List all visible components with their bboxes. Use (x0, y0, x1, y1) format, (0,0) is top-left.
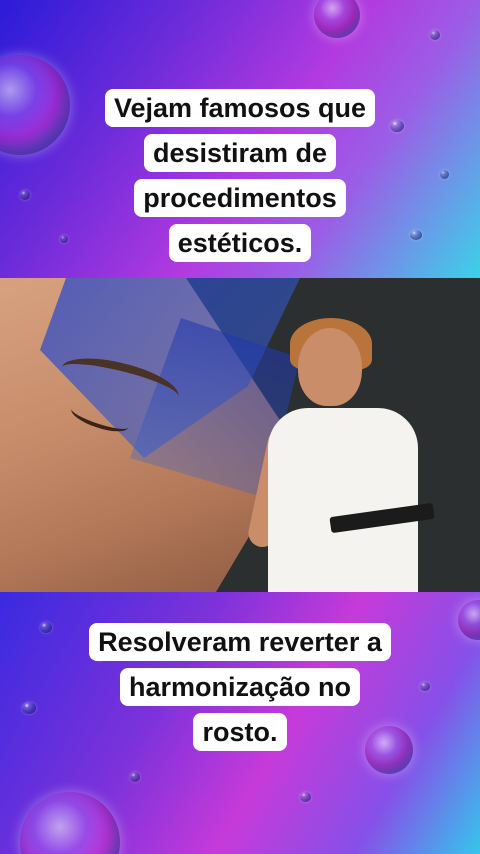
water-droplet (130, 772, 140, 782)
top-caption-line: Vejam famosos que (104, 89, 376, 127)
top-caption-line: estéticos. (168, 224, 312, 262)
top-caption-line: desistiram de (143, 134, 337, 172)
top-caption-line: procedimentos (134, 179, 346, 217)
presenter-dress (268, 408, 418, 592)
video-frame[interactable] (0, 278, 480, 592)
bubble-decoration (314, 0, 360, 38)
bottom-caption-line: Resolveram reverter a (89, 623, 391, 661)
water-droplet (300, 792, 311, 802)
water-droplet (430, 30, 440, 40)
bottom-caption: Resolveram reverter a harmonização no ro… (0, 620, 480, 755)
top-caption: Vejam famosos que desistiram de procedim… (0, 86, 480, 266)
presenter-face (298, 328, 362, 406)
bottom-caption-line: rosto. (193, 713, 287, 751)
bubble-decoration (20, 792, 120, 854)
bottom-caption-line: harmonização no (119, 668, 361, 706)
